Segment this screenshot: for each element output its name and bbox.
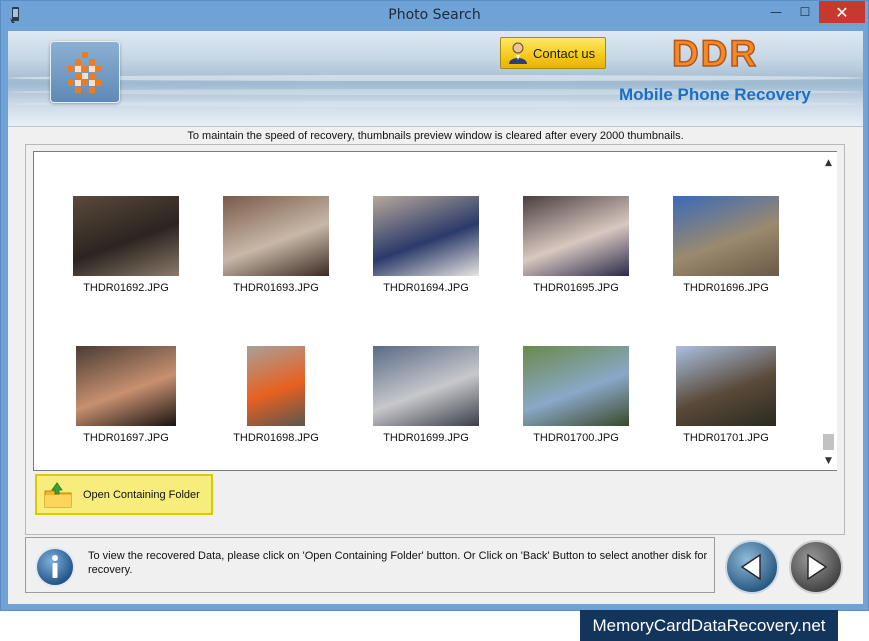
thumbnail-filename: THDR01697.JPG xyxy=(83,432,169,444)
thumbnail-item[interactable]: THDR01692.JPG xyxy=(66,196,186,294)
scroll-thumb[interactable] xyxy=(823,434,834,450)
product-name: Mobile Phone Recovery xyxy=(619,85,811,104)
thumbnail-item[interactable]: THDR01693.JPG xyxy=(216,196,336,294)
scroll-up-icon[interactable]: ▲ xyxy=(820,154,837,171)
brand-logo-text: DDR xyxy=(671,32,759,75)
contact-us-button[interactable]: Contact us xyxy=(500,37,606,69)
info-message: To view the recovered Data, please click… xyxy=(88,550,708,576)
thumbnail-item[interactable]: THDR01698.JPG xyxy=(216,346,336,444)
person-icon xyxy=(509,42,527,64)
thumbnail-image[interactable] xyxy=(523,346,629,426)
title-bar[interactable]: Photo Search — ☐ ✕ xyxy=(1,1,868,31)
thumbnail-item[interactable]: THDR01700.JPG xyxy=(516,346,636,444)
preview-panel: ▲ ▼ THDR01692.JPG THDR01693.JPG THDR01694.… xyxy=(25,144,845,535)
open-folder-label: Open Containing Folder xyxy=(83,488,200,501)
thumbnail-image[interactable] xyxy=(673,196,779,276)
scroll-down-icon[interactable]: ▼ xyxy=(820,452,837,469)
thumbnail-image[interactable] xyxy=(76,346,176,426)
footer-website-brand: MemoryCardDataRecovery.net xyxy=(580,610,838,641)
thumbnail-image[interactable] xyxy=(247,346,305,426)
thumbnail-item[interactable]: THDR01694.JPG xyxy=(366,196,486,294)
maximize-button[interactable]: ☐ xyxy=(791,1,819,23)
thumbnail-item[interactable]: THDR01701.JPG xyxy=(666,346,786,444)
info-bar: To view the recovered Data, please click… xyxy=(25,537,715,593)
thumbnail-filename: THDR01694.JPG xyxy=(383,282,469,294)
thumbnail-image[interactable] xyxy=(676,346,776,426)
thumbnail-gallery[interactable]: ▲ ▼ THDR01692.JPG THDR01693.JPG THDR01694.… xyxy=(33,151,837,471)
open-containing-folder-button[interactable]: Open Containing Folder xyxy=(35,474,213,515)
thumbnail-notice: To maintain the speed of recovery, thumb… xyxy=(187,130,684,142)
banner-wave xyxy=(8,75,863,81)
thumbnail-item[interactable]: THDR01695.JPG xyxy=(516,196,636,294)
back-arrow-icon[interactable] xyxy=(724,539,780,595)
header-banner: Contact us DDR Mobile Phone Recovery xyxy=(8,31,863,127)
info-icon xyxy=(35,547,75,587)
close-button[interactable]: ✕ xyxy=(819,1,865,23)
thumbnail-image[interactable] xyxy=(523,196,629,276)
next-arrow-icon[interactable] xyxy=(788,539,844,595)
contact-us-label: Contact us xyxy=(533,45,596,61)
folder-up-icon xyxy=(44,481,72,507)
thumbnail-filename: THDR01700.JPG xyxy=(533,432,619,444)
thumbnail-filename: THDR01698.JPG xyxy=(233,432,319,444)
vertical-scrollbar[interactable]: ▲ ▼ xyxy=(820,152,837,470)
thumbnail-item[interactable]: THDR01696.JPG xyxy=(666,196,786,294)
thumbnail-filename: THDR01692.JPG xyxy=(83,282,169,294)
client-area: Contact us DDR Mobile Phone Recovery To … xyxy=(8,31,863,604)
thumbnail-item[interactable]: THDR01697.JPG xyxy=(66,346,186,444)
app-logo xyxy=(50,41,120,103)
thumbnail-filename: THDR01693.JPG xyxy=(233,282,319,294)
thumbnail-filename: THDR01696.JPG xyxy=(683,282,769,294)
app-window: Photo Search — ☐ ✕ Contact us DDR Mobile… xyxy=(0,0,869,611)
thumbnail-image[interactable] xyxy=(373,196,479,276)
thumbnail-image[interactable] xyxy=(223,196,329,276)
thumbnail-image[interactable] xyxy=(373,346,479,426)
logo-icon xyxy=(68,52,102,93)
window-title: Photo Search xyxy=(388,7,481,23)
thumbnail-filename: THDR01699.JPG xyxy=(383,432,469,444)
thumbnail-filename: THDR01701.JPG xyxy=(683,432,769,444)
minimize-button[interactable]: — xyxy=(761,1,791,23)
thumbnail-image[interactable] xyxy=(73,196,179,276)
thumbnail-item[interactable]: THDR01699.JPG xyxy=(366,346,486,444)
thumbnail-filename: THDR01695.JPG xyxy=(533,282,619,294)
